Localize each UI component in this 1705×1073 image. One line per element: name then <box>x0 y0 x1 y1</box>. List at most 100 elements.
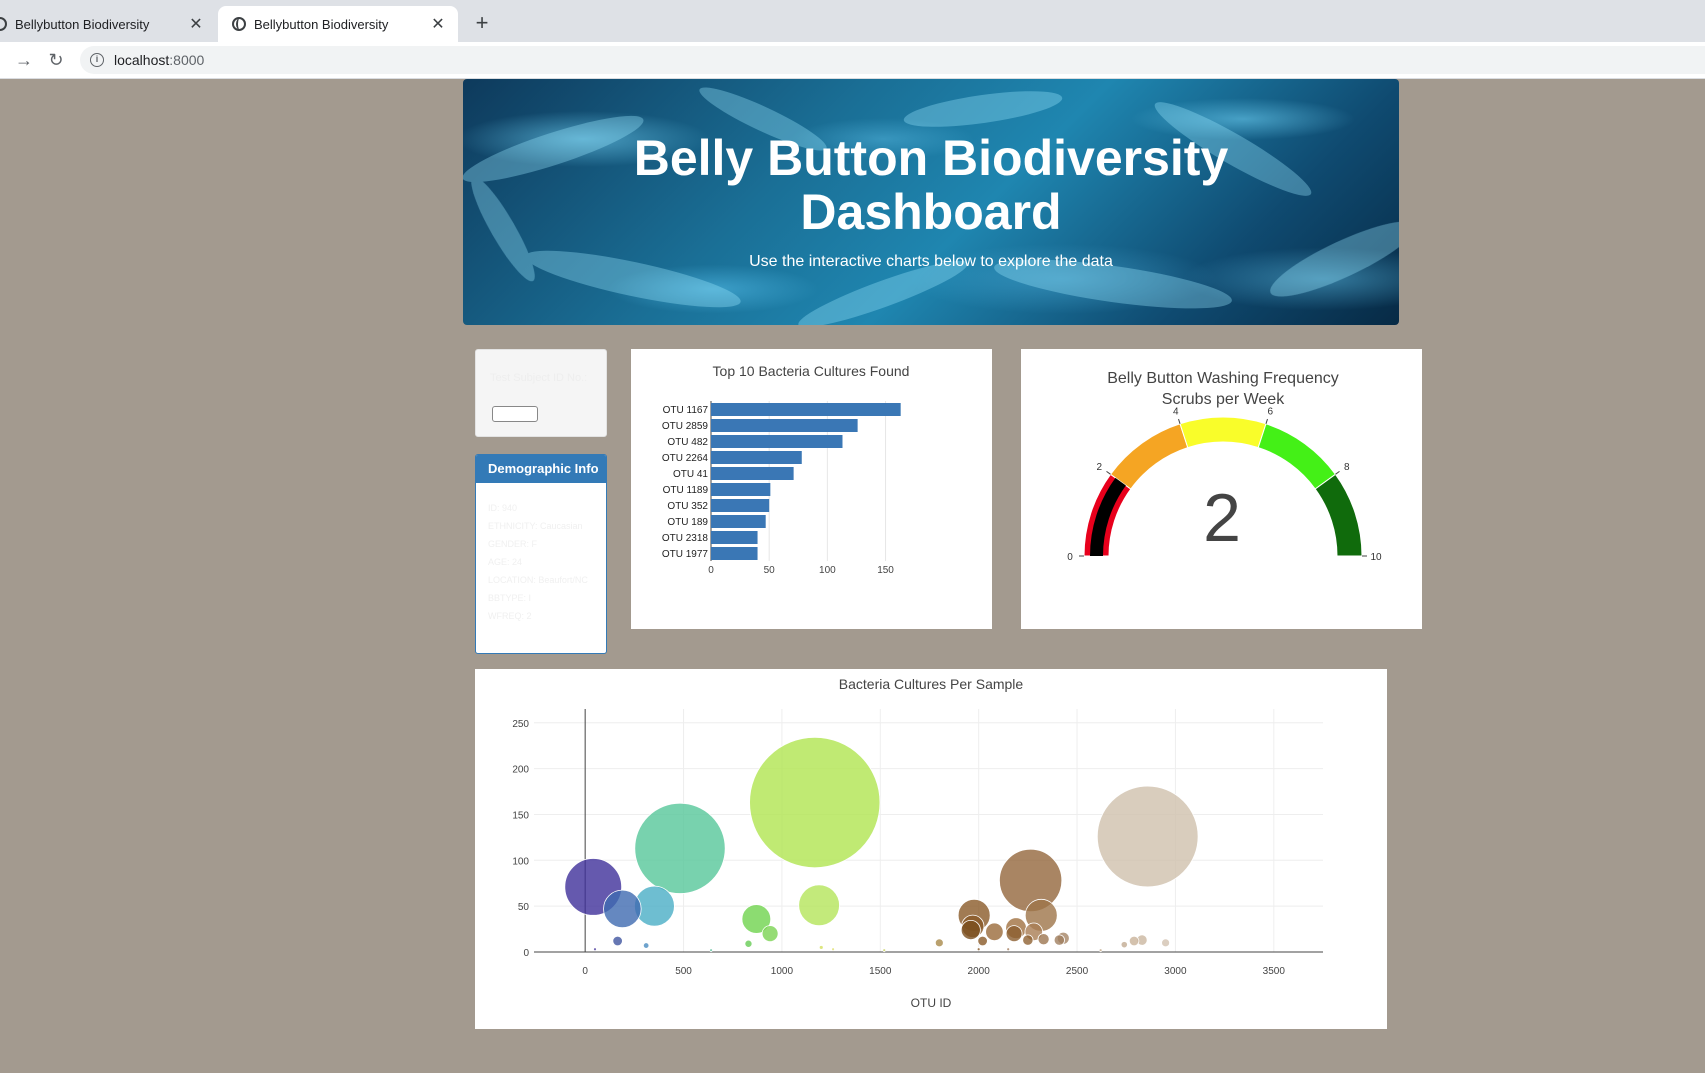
demographic-item: ETHNICITY: Caucasian <box>488 521 583 531</box>
bar <box>711 483 771 496</box>
gauge-title-line-2: Scrubs per Week <box>1162 391 1285 408</box>
tab-strip: Bellybutton Biodiversity ✕ Bellybutton B… <box>0 0 1705 42</box>
bubble-chart-card: Bacteria Cultures Per Sample 0 500 1000 150… <box>475 669 1387 1029</box>
tab-active[interactable]: Bellybutton Biodiversity ✕ <box>218 6 458 42</box>
tab-title: Bellybutton Biodiversity <box>15 16 150 32</box>
bubble-point <box>1120 941 1128 949</box>
bar <box>711 531 758 544</box>
gauge-tick <box>1106 470 1111 475</box>
subject-selector-well: Test Subject ID No.: 940 <box>475 349 607 437</box>
bubble-x-tick-label: 2500 <box>1066 966 1089 977</box>
bubble-x-tick-label: 3000 <box>1164 966 1187 977</box>
bubble-y-tick-label: 0 <box>523 948 529 959</box>
page-title: Belly Button Biodiversity Dashboard <box>463 131 1399 239</box>
bar-x-tick-label: 150 <box>877 565 894 576</box>
bubble-point <box>976 947 981 952</box>
gauge-band <box>1179 416 1267 449</box>
demographic-item: WFREQ: 2 <box>488 611 532 621</box>
bubble-point <box>1053 934 1065 946</box>
gauge-tick-label: 8 <box>1344 462 1350 473</box>
bubble-point <box>744 939 753 948</box>
bubble-point <box>831 947 835 952</box>
bar-chart-title: Top 10 Bacteria Cultures Found <box>713 363 910 379</box>
gauge-band <box>1109 423 1189 490</box>
bubble-point <box>985 922 1004 942</box>
bubble-y-tick-label: 200 <box>512 765 529 776</box>
select-label: Test Subject ID No.: <box>490 372 588 384</box>
tab-close-icon[interactable]: ✕ <box>186 14 206 34</box>
gauge-tick-label: 6 <box>1267 406 1273 417</box>
title-line-1: Belly Button Biodiversity <box>633 130 1229 186</box>
bar-x-tick-label: 0 <box>708 565 714 576</box>
bubble-point <box>1022 934 1034 946</box>
tab-close-icon[interactable]: ✕ <box>428 14 448 34</box>
demographic-item: LOCATION: Beaufort/NC <box>488 575 588 585</box>
tab-inactive[interactable]: Bellybutton Biodiversity ✕ <box>0 6 216 42</box>
bar-category-label: OTU 2318 <box>662 533 709 544</box>
bubble-chart-title: Bacteria Cultures Per Sample <box>839 676 1024 692</box>
gauge-band <box>1314 473 1363 557</box>
globe-icon <box>0 17 7 31</box>
gauge-tick-label: 4 <box>1173 406 1179 417</box>
bubble-point <box>642 942 650 949</box>
gauge-band <box>1257 423 1337 490</box>
bubble-y-tick-label: 150 <box>512 810 529 821</box>
gauge-chart-card: Belly Button Washing Frequency Scrubs pe… <box>1021 349 1422 629</box>
bubble-point <box>1006 947 1011 952</box>
bar <box>711 419 858 432</box>
demographic-heading: Demographic Info <box>476 455 606 483</box>
bubble-x-tick-label: 2000 <box>968 966 991 977</box>
forward-arrow-icon[interactable]: → <box>12 48 36 72</box>
bar-category-label: OTU 189 <box>667 517 708 528</box>
bar <box>711 403 901 416</box>
reload-icon[interactable]: ↻ <box>44 48 68 72</box>
page-subtitle: Use the interactive charts below to expl… <box>749 253 1113 270</box>
bubble-point <box>999 848 1063 913</box>
gauge-chart[interactable]: Belly Button Washing Frequency Scrubs pe… <box>1021 349 1422 629</box>
tab-title: Bellybutton Biodiversity <box>254 16 389 32</box>
bar-category-label: OTU 482 <box>667 437 708 448</box>
url-host: localhost <box>114 52 170 68</box>
gauge-tick <box>1265 418 1268 424</box>
bubble-point <box>709 948 713 953</box>
bubble-x-tick-label: 0 <box>582 966 588 977</box>
bubble-point <box>761 925 779 943</box>
bubble-point <box>603 889 642 929</box>
info-icon[interactable]: i <box>90 53 104 67</box>
bar-category-label: OTU 2859 <box>662 421 709 432</box>
bar-x-tick-label: 50 <box>764 565 776 576</box>
bubble-x-tick-label: 1500 <box>869 966 892 977</box>
gauge-tick <box>1335 470 1340 475</box>
bubble-y-tick-label: 50 <box>518 902 530 913</box>
demographic-panel: Demographic Info ID: 940 ETHNICITY: Cauc… <box>475 454 607 654</box>
subject-id-dropdown[interactable]: 940 <box>492 406 538 422</box>
bubble-point <box>634 802 726 894</box>
new-tab-button[interactable]: + <box>470 9 494 37</box>
bubble-y-tick-label: 250 <box>512 719 529 730</box>
bar <box>711 547 758 560</box>
bar <box>711 499 770 512</box>
header-banner: Belly Button Biodiversity Dashboard Use … <box>463 79 1399 325</box>
bubble-point <box>1005 925 1023 943</box>
bubble-point <box>960 919 981 940</box>
bubble-x-tick-label: 3500 <box>1263 966 1286 977</box>
bar <box>711 435 843 448</box>
bubble-point <box>593 947 597 952</box>
bubble-point <box>1096 785 1199 888</box>
bubble-chart[interactable]: Bacteria Cultures Per Sample 0 500 1000 150… <box>475 669 1387 1029</box>
gauge-tick-label: 2 <box>1096 462 1102 473</box>
bubble-point <box>977 935 988 947</box>
bar-category-label: OTU 41 <box>673 469 708 480</box>
browser-toolbar: → ↻ i localhost :8000 <box>0 42 1705 79</box>
globe-icon <box>232 17 246 31</box>
bar-chart[interactable]: Top 10 Bacteria Cultures Found OTU 1167 O… <box>631 349 992 629</box>
bar-category-label: OTU 1167 <box>663 405 709 416</box>
bubble-point <box>818 945 824 950</box>
bar <box>711 451 802 464</box>
demographic-item: AGE: 24 <box>488 557 523 567</box>
gauge-tick <box>1178 418 1181 424</box>
address-bar[interactable]: i localhost :8000 <box>80 46 1705 74</box>
demographic-list: ID: 940 ETHNICITY: Caucasian GENDER: F A… <box>476 483 606 625</box>
gauge-tick-label: 10 <box>1370 552 1382 563</box>
bubble-x-tick-label: 1000 <box>771 966 794 977</box>
